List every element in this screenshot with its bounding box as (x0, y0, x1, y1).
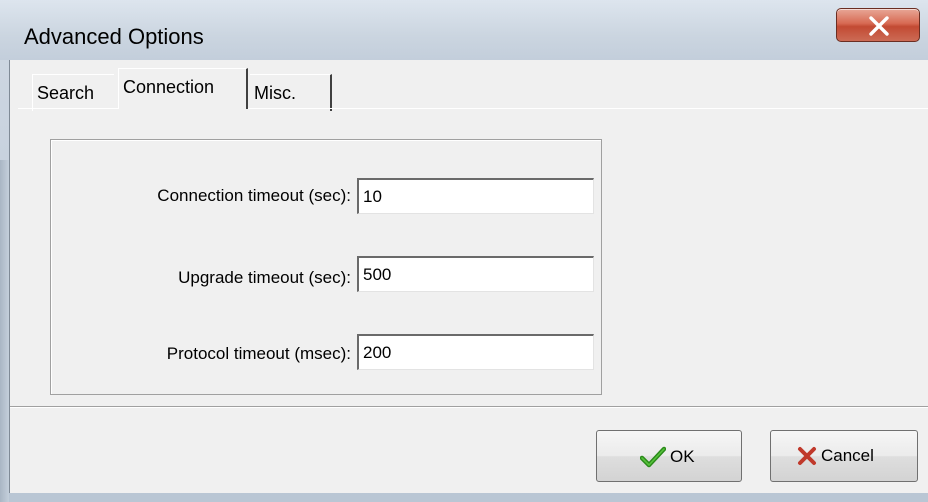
connection-settings-group: Connection timeout (sec): Upgrade timeou… (50, 139, 602, 395)
close-button[interactable] (836, 8, 920, 42)
tab-misc[interactable]: Misc. (250, 74, 332, 111)
tab-misc-label: Misc. (254, 83, 296, 103)
tab-search[interactable]: Search (32, 74, 114, 111)
x-mark-icon (798, 447, 816, 465)
tab-search-label: Search (37, 83, 95, 103)
close-icon (869, 16, 889, 36)
tab-connection[interactable]: Connection (118, 68, 248, 109)
checkmark-icon (640, 446, 666, 468)
protocol-timeout-input[interactable] (357, 334, 594, 370)
window-title: Advanced Options (24, 24, 204, 49)
dialog-client-area: Search Connection Misc. Connection timeo… (9, 60, 928, 493)
ok-button-label: OK (670, 447, 695, 466)
cancel-button[interactable]: Cancel (770, 430, 918, 482)
title-bar[interactable]: Advanced Options (0, 0, 928, 60)
cancel-button-label: Cancel (821, 446, 874, 465)
connection-timeout-label: Connection timeout (sec): (157, 186, 351, 205)
connection-timeout-input[interactable] (357, 178, 594, 214)
upgrade-timeout-label: Upgrade timeout (sec): (178, 268, 351, 287)
ok-button[interactable]: OK (596, 430, 742, 482)
upgrade-timeout-input[interactable] (357, 256, 594, 292)
protocol-timeout-label: Protocol timeout (msec): (166, 344, 351, 363)
button-separator (10, 406, 928, 408)
frame-edge (0, 160, 9, 502)
dialog-window: Advanced Options Search Connection Misc.… (0, 0, 928, 502)
tab-connection-label: Connection (123, 77, 215, 97)
